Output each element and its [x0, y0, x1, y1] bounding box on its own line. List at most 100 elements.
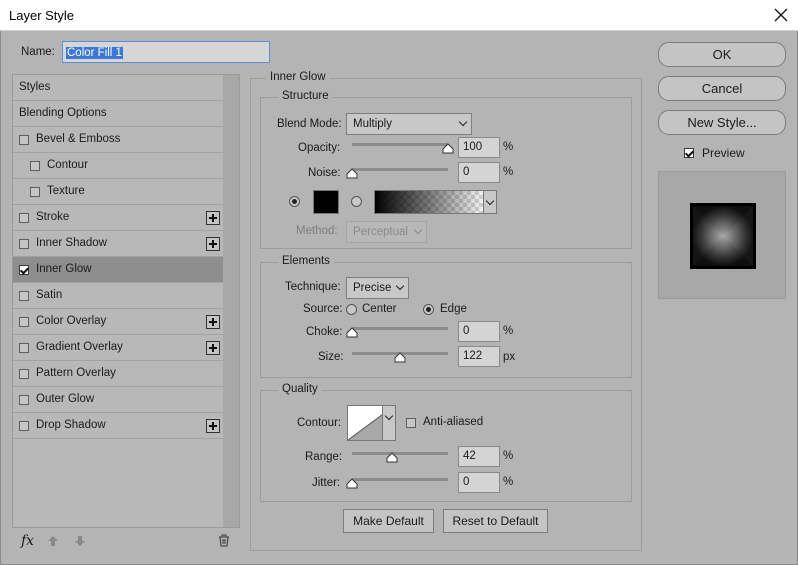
list-item[interactable]: Inner Glow [13, 257, 224, 283]
opacity-input[interactable]: 100 [458, 137, 500, 158]
reset-to-default-button[interactable]: Reset to Default [443, 509, 548, 533]
list-item-checkbox[interactable] [19, 239, 29, 249]
title-bar: Layer Style [0, 0, 798, 31]
opacity-unit: % [503, 141, 514, 153]
method-label: Method: [296, 225, 338, 237]
preview-checkbox[interactable] [684, 148, 694, 158]
list-item[interactable]: Texture [13, 179, 224, 205]
list-scrollbar[interactable] [223, 75, 239, 527]
list-item-checkbox[interactable] [19, 369, 29, 379]
contour-dropdown-button[interactable] [382, 405, 396, 441]
choke-unit: % [503, 325, 514, 337]
quality-title: Quality [278, 383, 322, 395]
method-value: Perceptual [353, 226, 408, 238]
jitter-label: Jitter: [312, 477, 341, 489]
technique-select[interactable]: Precise [346, 277, 409, 299]
gradient-radio[interactable] [351, 196, 362, 207]
name-field[interactable]: Color Fill 1 [62, 41, 270, 63]
list-item[interactable]: Satin [13, 283, 224, 309]
window-title: Layer Style [9, 8, 75, 23]
elements-group [260, 262, 632, 378]
list-item-label: Inner Glow [36, 263, 92, 275]
list-item[interactable]: Outer Glow [13, 387, 224, 413]
list-item-checkbox[interactable] [19, 421, 29, 431]
list-item[interactable]: Bevel & Emboss [13, 127, 224, 153]
new-style-button[interactable]: New Style... [658, 110, 786, 135]
list-item[interactable]: Contour [13, 153, 224, 179]
move-up-icon[interactable] [47, 535, 59, 550]
list-item-label: Outer Glow [36, 393, 95, 405]
move-down-icon[interactable] [74, 535, 86, 550]
source-edge-label: Edge [440, 303, 467, 315]
blend-mode-select[interactable]: Multiply [346, 113, 472, 135]
list-item-checkbox[interactable] [30, 161, 40, 171]
source-center-label: Center [362, 303, 397, 315]
opacity-slider[interactable] [352, 143, 448, 146]
plus-icon[interactable] [206, 237, 220, 251]
plus-icon[interactable] [206, 315, 220, 329]
list-item[interactable]: Blending Options [13, 101, 224, 127]
list-item-checkbox[interactable] [19, 213, 29, 223]
list-item-label: Drop Shadow [36, 419, 106, 431]
noise-label: Noise: [308, 167, 341, 179]
list-item-label: Texture [47, 185, 85, 197]
plus-icon[interactable] [206, 341, 220, 355]
gradient-dropdown-button[interactable] [483, 190, 497, 214]
gradient-swatch[interactable] [374, 190, 484, 214]
jitter-input[interactable]: 0 [458, 472, 500, 493]
jitter-slider[interactable] [352, 478, 448, 481]
list-item[interactable]: Pattern Overlay [13, 361, 224, 387]
list-item-label: Color Overlay [36, 315, 107, 327]
list-item[interactable]: Stroke [13, 205, 224, 231]
cancel-button[interactable]: Cancel [658, 76, 786, 101]
list-item-checkbox[interactable] [19, 343, 29, 353]
make-default-button[interactable]: Make Default [343, 509, 434, 533]
list-item-checkbox[interactable] [30, 187, 40, 197]
noise-input[interactable]: 0 [458, 162, 500, 183]
list-item-checkbox[interactable] [19, 265, 29, 275]
fx-icon[interactable]: fx [21, 533, 39, 551]
glow-color-swatch[interactable] [313, 190, 339, 214]
list-item[interactable]: Drop Shadow [13, 413, 224, 439]
choke-label: Choke: [306, 326, 343, 338]
source-center-radio[interactable] [346, 304, 357, 315]
anti-aliased-label: Anti-aliased [423, 416, 484, 428]
preview-thumbnail [690, 203, 756, 269]
noise-slider[interactable] [352, 168, 448, 171]
range-slider[interactable] [352, 452, 448, 455]
list-item-label: Bevel & Emboss [36, 133, 121, 145]
close-icon[interactable] [772, 6, 790, 24]
list-item[interactable]: Color Overlay [13, 309, 224, 335]
solid-color-radio[interactable] [289, 196, 300, 207]
trash-icon[interactable] [218, 534, 230, 550]
range-input[interactable]: 42 [458, 446, 500, 467]
method-select[interactable]: Perceptual [346, 221, 427, 243]
styles-list: Styles Blending Options Bevel & Emboss Cont… [12, 74, 240, 528]
opacity-label: Opacity: [298, 142, 341, 154]
list-item-checkbox[interactable] [19, 395, 29, 405]
chevron-down-icon [395, 281, 405, 291]
technique-value: Precise [353, 282, 392, 294]
list-item-label: Styles [19, 81, 51, 93]
choke-input[interactable]: 0 [458, 321, 500, 342]
list-item[interactable]: Gradient Overlay [13, 335, 224, 361]
anti-aliased-checkbox[interactable] [406, 418, 416, 428]
source-label: Source: [303, 303, 343, 315]
list-item[interactable]: Inner Shadow [13, 231, 224, 257]
ok-button[interactable]: OK [658, 42, 786, 67]
list-item-label: Contour [47, 159, 88, 171]
source-edge-radio[interactable] [423, 304, 434, 315]
size-input[interactable]: 122 [458, 346, 500, 367]
size-unit: px [503, 351, 516, 363]
plus-icon[interactable] [206, 419, 220, 433]
choke-slider[interactable] [352, 327, 448, 330]
plus-icon[interactable] [206, 211, 220, 225]
list-item[interactable]: Styles [13, 75, 224, 101]
name-label: Name: [21, 46, 55, 58]
technique-label: Technique: [285, 281, 341, 293]
list-item-checkbox[interactable] [19, 135, 29, 145]
list-item-checkbox[interactable] [19, 291, 29, 301]
chevron-down-icon [413, 225, 423, 235]
elements-title: Elements [278, 255, 334, 267]
list-item-checkbox[interactable] [19, 317, 29, 327]
